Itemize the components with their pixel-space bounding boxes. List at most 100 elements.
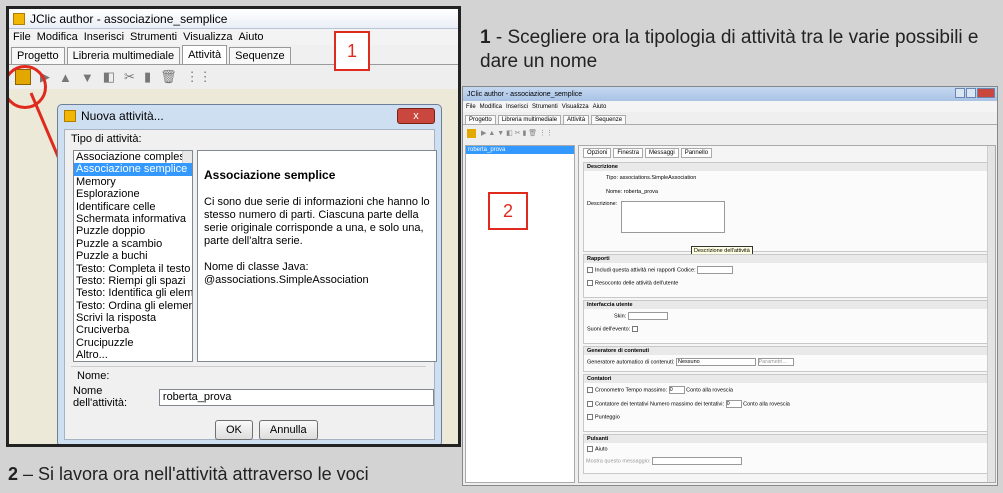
resoconto-checkbox[interactable] bbox=[587, 280, 593, 286]
aiuto-checkbox[interactable] bbox=[587, 446, 593, 452]
subtab-0[interactable]: Opzioni bbox=[583, 148, 612, 158]
editor-subtabs: Opzioni Finestra Messaggi Pannello bbox=[579, 146, 995, 160]
maximize-button[interactable] bbox=[966, 88, 976, 98]
right-screenshot: JClic author - associazione_semplice Fil… bbox=[462, 86, 998, 486]
menu-item[interactable]: Modifica bbox=[480, 104, 502, 110]
type-label: Tipo di attività: bbox=[71, 133, 142, 145]
list-item[interactable]: Cruciverba bbox=[74, 324, 192, 336]
list-item[interactable]: Memory bbox=[74, 176, 192, 188]
left-screenshot: JClic author - associazione_semplice Fil… bbox=[6, 6, 461, 447]
tab-1[interactable]: Libreria multimediale bbox=[497, 115, 562, 124]
menu-item[interactable]: Inserisci bbox=[84, 31, 124, 43]
desc-text: Ci sono due serie di informazioni che ha… bbox=[204, 196, 430, 247]
window-close-button[interactable] bbox=[977, 88, 995, 98]
section-interfaccia: Interfaccia utente Skin: Suoni dell'even… bbox=[583, 300, 991, 344]
list-item[interactable]: Puzzle doppio bbox=[74, 225, 192, 237]
window-buttons bbox=[955, 88, 995, 98]
codice-field[interactable] bbox=[697, 266, 734, 274]
subtab-2[interactable]: Messaggi bbox=[645, 148, 679, 158]
suoni-checkbox[interactable] bbox=[631, 326, 638, 332]
menu-item[interactable]: Modifica bbox=[37, 31, 78, 43]
editor-scrollbar[interactable] bbox=[987, 146, 995, 482]
minimize-button[interactable] bbox=[955, 88, 965, 98]
section-generatore: Generatore di contenuti Generatore autom… bbox=[583, 346, 991, 372]
menu-item[interactable]: File bbox=[466, 104, 476, 110]
toolbar-icon[interactable]: ◧ bbox=[103, 69, 115, 85]
close-button[interactable]: x bbox=[397, 108, 435, 124]
mostra-field[interactable] bbox=[652, 457, 743, 466]
toolbar-icon[interactable]: ✂ bbox=[124, 69, 135, 85]
dialog-title: Nuova attività... bbox=[81, 109, 164, 123]
left-window-titlebar: JClic author - associazione_semplice bbox=[9, 9, 458, 29]
list-item[interactable]: Associazione semplice bbox=[74, 163, 192, 176]
list-item[interactable]: Testo: Identifica gli elementi bbox=[74, 287, 192, 299]
menu-item[interactable]: Aiuto bbox=[238, 31, 263, 43]
name-label: Nome dell'attività: bbox=[73, 385, 128, 409]
activity-type-list[interactable]: Associazione complessa Associazione sempl… bbox=[73, 150, 193, 362]
subtab-1[interactable]: Finestra bbox=[613, 148, 644, 158]
punteggio-checkbox[interactable] bbox=[587, 414, 593, 420]
list-item[interactable]: Testo: Riempi gli spazi bbox=[74, 275, 192, 287]
toolbar-icon[interactable]: 🗑 bbox=[160, 69, 177, 85]
parametri-button[interactable]: Parametri... bbox=[757, 358, 794, 366]
tab-0[interactable]: Progetto bbox=[465, 115, 496, 124]
activity-list[interactable]: roberta_prova 2 bbox=[465, 145, 575, 483]
dialog-buttons: OK Annulla bbox=[215, 420, 318, 440]
list-item[interactable]: Esplorazione bbox=[74, 188, 192, 200]
activity-name-input[interactable] bbox=[158, 388, 434, 406]
left-toolbar: ▶ ▲ ▼ ◧ ✂ ▮ 🗑 ⋮⋮ bbox=[9, 65, 458, 89]
menu-item[interactable]: Inserisci bbox=[506, 104, 528, 110]
tab-3[interactable]: Sequenze bbox=[591, 115, 627, 124]
generator-select[interactable]: Nessuno bbox=[675, 358, 756, 366]
list-scrollbar[interactable] bbox=[182, 151, 192, 164]
list-item[interactable]: Puzzle a buchi bbox=[74, 250, 192, 262]
includi-checkbox[interactable] bbox=[587, 267, 593, 273]
new-activity-dialog: Nuova attività... x Tipo di attività: As… bbox=[57, 104, 442, 444]
tab-progetto[interactable]: Progetto bbox=[11, 47, 65, 64]
dialog-titlebar: Nuova attività... bbox=[58, 105, 441, 127]
list-item[interactable]: Testo: Completa il testo bbox=[74, 263, 192, 275]
toolbar-icon[interactable]: ⋮⋮ bbox=[186, 69, 212, 85]
caption-step-2: 2 – Si lavora ora nell'attività attraver… bbox=[8, 464, 369, 484]
skin-select[interactable] bbox=[627, 312, 668, 320]
subtab-3[interactable]: Pannello bbox=[680, 148, 713, 158]
list-item[interactable]: roberta_prova bbox=[466, 146, 574, 154]
desc-class: Nome di classe Java: @associations.Simpl… bbox=[204, 261, 369, 286]
left-menubar: File Modifica Inserisci Strumenti Visualizza… bbox=[9, 29, 458, 45]
menu-item[interactable]: Strumenti bbox=[130, 31, 177, 43]
tab-attivita[interactable]: Attività bbox=[182, 45, 228, 64]
ok-button[interactable]: OK bbox=[215, 420, 253, 440]
activity-editor: Opzioni Finestra Messaggi Pannello Descrizi… bbox=[578, 145, 996, 483]
section-rapporti: Rapporti Includi questa attività nei rap… bbox=[583, 254, 991, 298]
tempo-field[interactable]: 0 bbox=[668, 386, 685, 394]
description-field[interactable] bbox=[621, 201, 726, 233]
list-item[interactable]: Identificare celle bbox=[74, 201, 192, 213]
menu-item[interactable]: Aiuto bbox=[593, 104, 607, 110]
new-activity-icon[interactable] bbox=[467, 128, 476, 138]
cronometro-checkbox[interactable] bbox=[587, 387, 593, 393]
left-tabbar: Progetto Libreria multimediale Attività … bbox=[9, 45, 458, 65]
toolbar-icon[interactable]: ▼ bbox=[81, 70, 94, 85]
marker-2: 2 bbox=[488, 192, 528, 230]
list-item[interactable]: Puzzle a scambio bbox=[74, 238, 192, 250]
list-item[interactable]: Testo: Ordina gli elementi bbox=[74, 300, 192, 312]
menu-item[interactable]: Visualizza bbox=[183, 31, 232, 43]
menu-item[interactable]: File bbox=[13, 31, 31, 43]
list-item[interactable]: Altro... bbox=[74, 349, 192, 361]
list-item[interactable]: Scrivi la risposta bbox=[74, 312, 192, 324]
jclic-app-icon bbox=[13, 12, 25, 25]
toolbar-icon[interactable]: ▲ bbox=[59, 70, 72, 85]
tentativi-checkbox[interactable] bbox=[587, 401, 593, 407]
menu-item[interactable]: Strumenti bbox=[532, 104, 558, 110]
tab-sequenze[interactable]: Sequenze bbox=[229, 47, 291, 64]
tab-2[interactable]: Attività bbox=[563, 115, 590, 124]
toolbar-icon[interactable]: ▮ bbox=[144, 69, 151, 85]
menu-item[interactable]: Visualizza bbox=[562, 104, 589, 110]
cancel-button[interactable]: Annulla bbox=[258, 420, 318, 440]
tab-libreria[interactable]: Libreria multimediale bbox=[66, 47, 181, 64]
list-item[interactable]: Schermata informativa bbox=[74, 213, 192, 225]
tentativi-field[interactable]: 0 bbox=[725, 400, 742, 408]
list-item[interactable]: Associazione complessa bbox=[74, 151, 192, 163]
list-item[interactable]: Crucipuzzle bbox=[74, 337, 192, 349]
section-descrizione: Descrizione Tipo: associations.SimpleAss… bbox=[583, 162, 991, 252]
